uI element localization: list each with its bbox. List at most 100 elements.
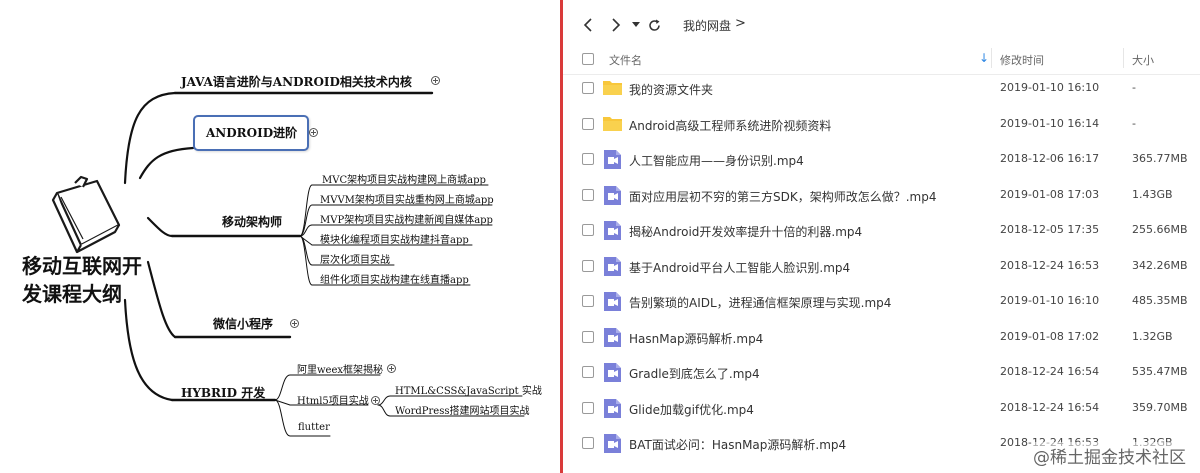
column-time[interactable]: 修改时间 xyxy=(1000,52,1044,68)
row-checkbox[interactable] xyxy=(582,366,594,378)
file-row[interactable]: 面对应用层初不穷的第三方SDK，架构师改怎么做？.mp4 2019-01-08 1… xyxy=(563,178,1200,213)
file-name[interactable]: BAT面试必问：HasnMap源码解析.mp4 xyxy=(629,436,846,453)
video-file-icon xyxy=(604,256,621,276)
row-checkbox[interactable] xyxy=(582,188,594,201)
book-icon xyxy=(51,175,121,254)
back-button[interactable] xyxy=(580,14,596,36)
column-name[interactable]: 文件名 xyxy=(609,52,642,68)
expand-icon[interactable] xyxy=(431,76,440,85)
video-file-icon xyxy=(604,221,621,240)
file-time: 2019-01-10 16:14 xyxy=(1000,116,1100,130)
refresh-button[interactable] xyxy=(646,14,662,36)
expand-icon[interactable] xyxy=(309,128,318,137)
file-row[interactable]: 我的资源文件夹 2019-01-10 16:10 - xyxy=(563,71,1200,106)
select-all-checkbox[interactable] xyxy=(582,53,594,65)
branch-arch: 移动架构师 xyxy=(222,215,283,229)
row-checkbox[interactable] xyxy=(582,401,594,414)
folder-icon xyxy=(603,81,622,95)
branch-wechat: 微信小程序 xyxy=(213,317,274,331)
breadcrumb-root[interactable]: 我的网盘 xyxy=(683,17,731,34)
column-divider xyxy=(991,48,992,68)
html5-item: WordPress搭建网站项目实战 xyxy=(395,406,530,417)
video-file-icon xyxy=(604,185,621,205)
file-time: 2019-01-10 16:10 xyxy=(1000,81,1100,94)
refresh-icon xyxy=(648,19,660,31)
video-file-icon xyxy=(604,292,621,311)
history-dropdown[interactable] xyxy=(631,14,641,36)
arch-item: MVC架构项目实战构建网上商城app xyxy=(322,175,486,186)
arch-item: 层次化项目实战 xyxy=(320,255,390,266)
file-row[interactable]: 基于Android平台人工智能人脸识别.mp4 2018-12-24 16:53 3… xyxy=(563,249,1200,284)
column-divider xyxy=(1123,48,1124,68)
arch-item: MVVM架构项目实战重构网上商城app xyxy=(320,195,494,206)
arch-item: 模块化编程项目实战构建抖音app xyxy=(320,235,469,246)
mind-map: 移动互联网开 发课程大纲 JAVA语言进阶与ANDROID相关技术内核 ANDR… xyxy=(0,0,555,473)
video-file-icon xyxy=(604,150,621,169)
file-name[interactable]: 基于Android平台人工智能人脸识别.mp4 xyxy=(629,259,850,276)
file-size: 1.43GB xyxy=(1132,187,1173,201)
row-checkbox[interactable] xyxy=(582,330,594,343)
branch-java: JAVA语言进阶与ANDROID相关技术内核 xyxy=(181,75,412,89)
file-size: 365.77MB xyxy=(1132,152,1188,165)
breadcrumb-arrow[interactable]: > xyxy=(735,16,746,31)
forward-button[interactable] xyxy=(608,14,624,36)
row-checkbox[interactable] xyxy=(582,82,594,94)
collapse-icon[interactable] xyxy=(371,396,380,405)
file-row[interactable]: 告别繁琐的AIDL，进程通信框架原理与实现.mp4 2019-01-10 16:1… xyxy=(563,284,1200,319)
file-name[interactable]: 我的资源文件夹 xyxy=(629,81,713,98)
sort-down-icon[interactable]: ↓ xyxy=(979,51,989,65)
branch-hybrid: HYBRID 开发 xyxy=(181,386,266,400)
row-checkbox[interactable] xyxy=(582,224,594,236)
file-row[interactable]: Glide加载gif优化.mp4 2018-12-24 16:54 359.70MB xyxy=(563,391,1200,426)
watermark-text: @稀土掘金技术社区 xyxy=(1033,448,1186,468)
file-name[interactable]: 人工智能应用——身份识别.mp4 xyxy=(629,152,804,169)
file-size: 535.47MB xyxy=(1132,365,1188,378)
watermark: @稀土掘金技术社区 xyxy=(1031,442,1188,469)
row-checkbox[interactable] xyxy=(582,153,594,165)
caret-down-icon xyxy=(632,22,640,27)
file-time: 2019-01-08 17:03 xyxy=(1000,187,1100,201)
file-name[interactable]: Android高级工程师系统进阶视频资料 xyxy=(629,117,831,134)
file-time: 2019-01-10 16:10 xyxy=(1000,294,1100,307)
file-name[interactable]: 揭秘Android开发效率提升十倍的利器.mp4 xyxy=(629,223,862,240)
file-name[interactable]: Gradle到底怎么了.mp4 xyxy=(629,365,760,382)
file-time: 2018-12-24 16:54 xyxy=(1000,365,1100,378)
file-size: 255.66MB xyxy=(1132,223,1188,236)
expand-icon[interactable] xyxy=(290,319,299,328)
row-checkbox[interactable] xyxy=(582,295,594,307)
file-time: 2018-12-05 17:35 xyxy=(1000,223,1100,236)
file-name[interactable]: 告别繁琐的AIDL，进程通信框架原理与实现.mp4 xyxy=(629,294,891,311)
file-time: 2019-01-08 17:02 xyxy=(1000,329,1100,343)
file-time: 2018-12-24 16:53 xyxy=(1000,258,1100,272)
file-name[interactable]: HasnMap源码解析.mp4 xyxy=(629,330,763,347)
file-size: 1.32GB xyxy=(1132,329,1173,343)
hybrid-item: flutter xyxy=(298,422,330,433)
file-name[interactable]: Glide加载gif优化.mp4 xyxy=(629,401,754,418)
row-checkbox[interactable] xyxy=(582,259,594,272)
file-row[interactable]: HasnMap源码解析.mp4 2019-01-08 17:02 1.32GB xyxy=(563,320,1200,355)
column-size[interactable]: 大小 xyxy=(1132,52,1154,68)
arch-item: 组件化项目实战构建在线直播app xyxy=(320,275,469,286)
file-row[interactable]: Android高级工程师系统进阶视频资料 2019-01-10 16:14 - xyxy=(563,107,1200,142)
file-row[interactable]: Gradle到底怎么了.mp4 2018-12-24 16:54 535.47MB xyxy=(563,355,1200,390)
chevron-right-icon xyxy=(612,18,621,32)
arch-item: MVP架构项目实战构建新闻自媒体app xyxy=(320,215,493,226)
file-row[interactable]: 揭秘Android开发效率提升十倍的利器.mp4 2018-12-05 17:35… xyxy=(563,213,1200,248)
row-checkbox[interactable] xyxy=(582,437,594,449)
hybrid-item: 阿里weex框架揭秘 xyxy=(297,365,384,376)
file-row[interactable]: 人工智能应用——身份识别.mp4 2018-12-06 16:17 365.77MB xyxy=(563,142,1200,177)
mind-map-root: 移动互联网开 发课程大纲 xyxy=(22,254,142,306)
file-size: - xyxy=(1132,81,1136,94)
html5-item: HTML&CSS&JavaScript 实战 xyxy=(395,386,542,397)
file-name[interactable]: 面对应用层初不穷的第三方SDK，架构师改怎么做？.mp4 xyxy=(629,188,936,205)
video-file-icon xyxy=(604,327,621,347)
file-time: 2018-12-24 16:54 xyxy=(1000,400,1100,414)
branch-android: ANDROID进阶 xyxy=(206,126,298,140)
file-size: 485.35MB xyxy=(1132,294,1188,307)
row-checkbox[interactable] xyxy=(582,117,594,130)
video-file-icon xyxy=(604,398,621,418)
file-size: - xyxy=(1132,116,1136,130)
video-file-icon xyxy=(604,434,621,453)
expand-icon[interactable] xyxy=(387,364,396,373)
chevron-left-icon xyxy=(583,18,592,32)
